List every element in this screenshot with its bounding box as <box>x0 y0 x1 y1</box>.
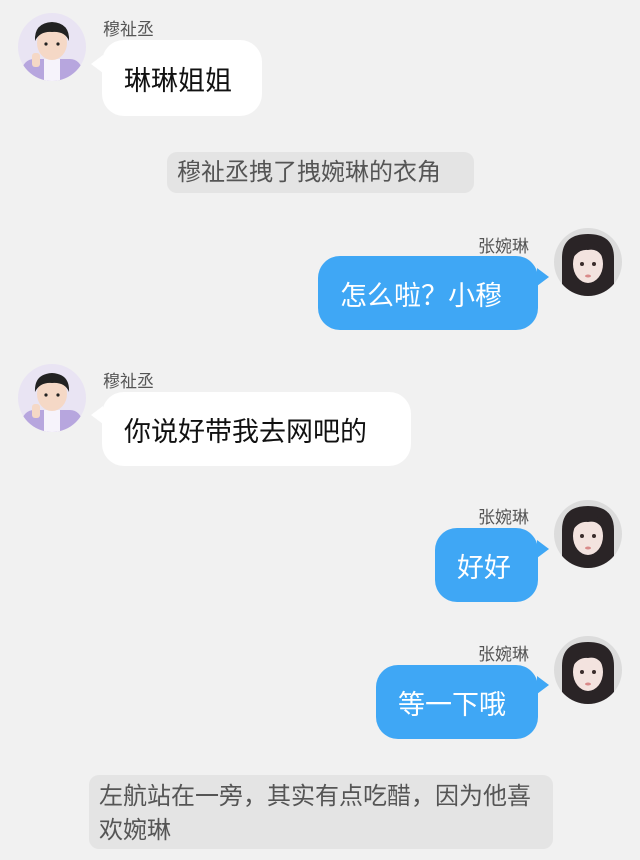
girl-avatar-icon[interactable] <box>554 636 622 704</box>
message-bubble[interactable]: 等一下哦 <box>376 665 538 739</box>
narration-text: 穆祉丞拽了拽婉琳的衣角 <box>167 152 474 193</box>
message-bubble[interactable]: 你说好带我去网吧的 <box>102 392 411 466</box>
girl-avatar-icon[interactable] <box>554 228 622 296</box>
narration-text: 左航站在一旁，其实有点吃醋，因为他喜欢婉琳 <box>89 775 553 849</box>
sender-name: 穆祉丞 <box>103 20 154 40</box>
bubble-tail <box>537 540 549 558</box>
message-bubble[interactable]: 怎么啦？小穆 <box>318 256 538 330</box>
message-bubble[interactable]: 好好 <box>435 528 538 602</box>
message-bubble[interactable]: 琳琳姐姐 <box>102 40 262 116</box>
girl-avatar-icon[interactable] <box>554 500 622 568</box>
sender-name: 张婉琳 <box>478 645 529 665</box>
sender-name: 张婉琳 <box>478 237 529 257</box>
sender-name: 张婉琳 <box>478 508 529 528</box>
boy-avatar-icon[interactable] <box>18 364 86 432</box>
sender-name: 穆祉丞 <box>103 372 154 392</box>
bubble-tail <box>537 268 549 286</box>
bubble-tail <box>537 676 549 694</box>
boy-avatar-icon[interactable] <box>18 13 86 81</box>
